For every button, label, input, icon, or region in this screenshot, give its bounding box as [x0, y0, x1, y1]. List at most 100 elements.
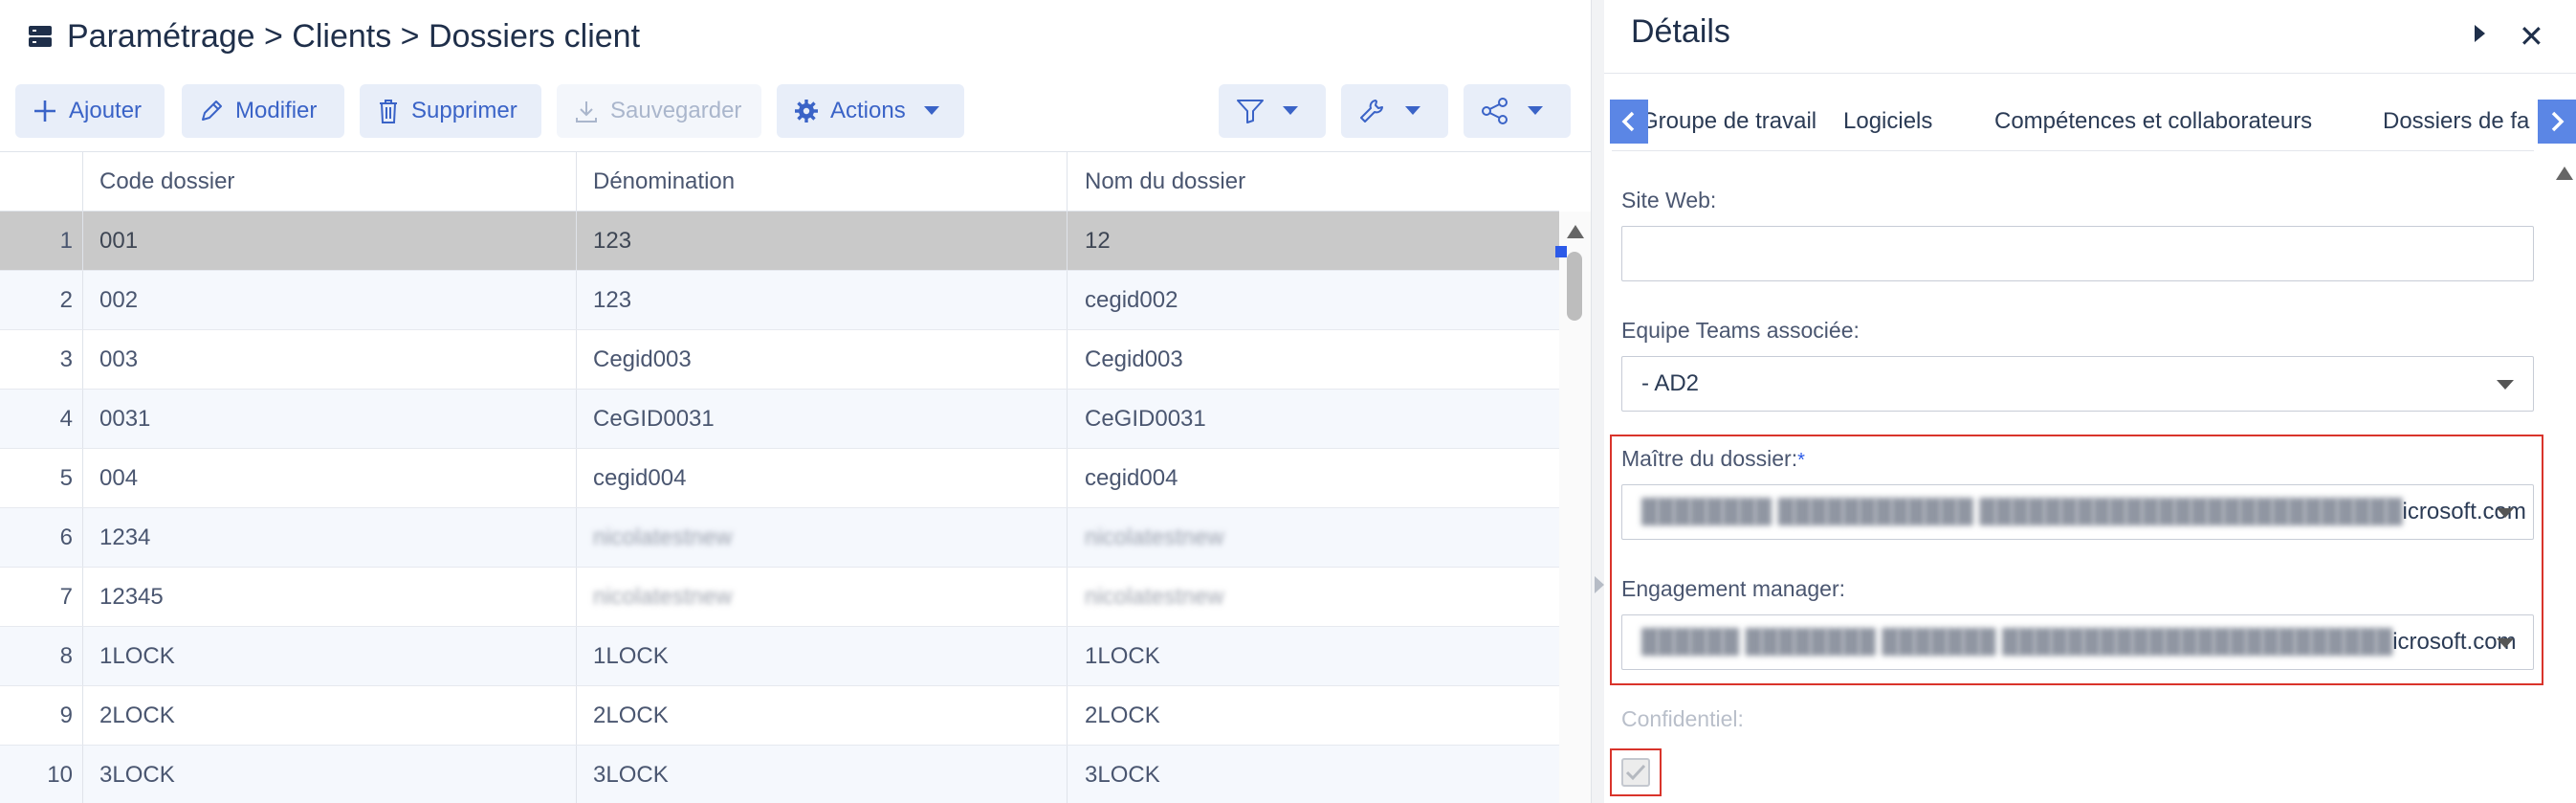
add-button[interactable]: Ajouter: [15, 84, 165, 138]
trash-icon: [380, 100, 397, 123]
cell-denom: nicolatestnew: [593, 584, 733, 610]
table-row[interactable]: 2 002 123 cegid002: [0, 271, 1559, 330]
delete-button-label: Supprimer: [411, 98, 517, 123]
table-row[interactable]: 6 1234 nicolatestnew nicolatestnew: [0, 508, 1559, 568]
maitre-select[interactable]: ████████ ████████████ ██████████████████…: [1621, 484, 2534, 540]
edit-button[interactable]: Modifier: [182, 84, 344, 138]
scroll-position-marker: [1555, 246, 1567, 257]
tab-groupe-de-travail[interactable]: Groupe de travail: [1640, 92, 1816, 150]
checkmark-icon: [1625, 764, 1646, 781]
column-header-denomination[interactable]: Dénomination: [593, 152, 735, 212]
tabs-scroll-right-button[interactable]: [2538, 100, 2576, 144]
page-header: Paramétrage > Clients > Dossiers client: [27, 10, 640, 63]
table-row[interactable]: 1 001 123 12: [0, 212, 1559, 271]
engagement-select[interactable]: ██████ ████████ ███████ ████████████████…: [1621, 614, 2534, 670]
teams-label: Equipe Teams associée:: [1621, 318, 1860, 343]
gear-icon: [795, 100, 818, 123]
cell-nom: 12: [1085, 228, 1111, 254]
filter-button[interactable]: [1219, 84, 1326, 138]
cell-code: 1LOCK: [99, 643, 175, 669]
tools-button[interactable]: [1341, 84, 1448, 138]
tab-competences-collaborateurs[interactable]: Compétences et collaborateurs: [1994, 92, 2312, 150]
cell-denom: Cegid003: [593, 346, 692, 372]
row-number: 7: [59, 584, 73, 610]
redacted-text: ██████ ████████ ███████ ████████████████…: [1641, 629, 2393, 655]
scroll-up-icon[interactable]: [2556, 167, 2573, 180]
cell-code: 003: [99, 346, 139, 372]
table-row[interactable]: 9 2LOCK 2LOCK 2LOCK: [0, 686, 1559, 746]
cell-nom: 3LOCK: [1085, 762, 1160, 788]
details-tabs: Groupe de travail Logiciels Compétences …: [1612, 92, 2534, 151]
cell-nom: nicolatestnew: [1085, 524, 1224, 550]
chevron-down-icon: [2497, 508, 2514, 518]
actions-button[interactable]: Actions: [777, 84, 964, 138]
chevron-right-icon: [2551, 111, 2565, 132]
cell-code: 001: [99, 228, 139, 254]
table-row[interactable]: 10 3LOCK 3LOCK 3LOCK: [0, 746, 1559, 803]
cell-code: 1234: [99, 524, 151, 550]
chevron-down-icon: [1528, 106, 1543, 115]
cell-denom: 123: [593, 228, 632, 254]
grid-scrollbar[interactable]: [1555, 212, 1591, 803]
cell-denom: nicolatestnew: [593, 524, 733, 550]
pane-splitter[interactable]: [1591, 0, 1604, 803]
chevron-down-icon: [2497, 638, 2514, 648]
dossiers-list-pane: Paramétrage > Clients > Dossiers client …: [0, 0, 1591, 803]
teams-select[interactable]: - AD2: [1621, 356, 2534, 412]
maitre-label-text: Maître du dossier:: [1621, 446, 1798, 471]
cell-denom: CeGID0031: [593, 406, 715, 432]
save-button-label: Sauvegarder: [610, 98, 742, 123]
cell-nom: nicolatestnew: [1085, 584, 1224, 610]
table-row[interactable]: 4 0031 CeGID0031 CeGID0031: [0, 390, 1559, 449]
tab-logiciels[interactable]: Logiciels: [1843, 92, 1932, 150]
row-number: 10: [47, 762, 73, 788]
share-button[interactable]: [1464, 84, 1571, 138]
scroll-up-icon[interactable]: [1567, 225, 1584, 238]
cell-nom: 2LOCK: [1085, 703, 1160, 728]
plus-icon: [34, 100, 55, 122]
grid-header: Code dossier Dénomination Nom du dossier: [0, 152, 1559, 212]
wrench-icon: [1360, 100, 1383, 123]
edit-button-label: Modifier: [235, 98, 318, 123]
row-number: 4: [59, 406, 73, 432]
cell-code: 004: [99, 465, 139, 491]
required-marker: *: [1797, 450, 1805, 471]
close-icon[interactable]: ✕: [2519, 17, 2544, 56]
table-row[interactable]: 8 1LOCK 1LOCK 1LOCK: [0, 627, 1559, 686]
details-title: Détails: [1631, 13, 1730, 50]
delete-button[interactable]: Supprimer: [360, 84, 541, 138]
cell-code: 002: [99, 287, 139, 313]
breadcrumb: Paramétrage > Clients > Dossiers client: [67, 17, 641, 55]
cell-nom: 1LOCK: [1085, 643, 1160, 669]
save-button[interactable]: Sauvegarder: [557, 84, 761, 138]
download-icon: [576, 101, 597, 123]
table-row[interactable]: 7 12345 nicolatestnew nicolatestnew: [0, 568, 1559, 627]
cell-denom: 3LOCK: [593, 762, 669, 788]
highlight-box: [1610, 748, 1662, 796]
redacted-text: ████████ ████████████ ██████████████████…: [1641, 499, 2403, 524]
details-scrollbar[interactable]: [2553, 159, 2576, 803]
row-number: 5: [59, 465, 73, 491]
database-icon: [27, 23, 54, 50]
tabs-scroll-left-button[interactable]: [1610, 100, 1648, 144]
cell-nom: Cegid003: [1085, 346, 1183, 372]
confidentiel-checkbox[interactable]: [1621, 758, 1650, 787]
add-button-label: Ajouter: [69, 98, 143, 123]
collapse-arrow-icon[interactable]: [1595, 576, 1604, 593]
site-web-input[interactable]: [1621, 226, 2534, 281]
column-header-code[interactable]: Code dossier: [99, 152, 234, 212]
cell-denom: cegid004: [593, 465, 687, 491]
tab-dossiers-de-famille[interactable]: Dossiers de fa: [2383, 92, 2529, 150]
cell-denom: 2LOCK: [593, 703, 669, 728]
dossiers-grid: Code dossier Dénomination Nom du dossier…: [0, 151, 1591, 803]
expand-arrow-icon[interactable]: [2475, 25, 2485, 42]
table-row[interactable]: 3 003 Cegid003 Cegid003: [0, 330, 1559, 390]
row-number: 6: [59, 524, 73, 550]
chevron-left-icon: [1621, 111, 1635, 132]
cell-denom: 1LOCK: [593, 643, 669, 669]
table-row[interactable]: 5 004 cegid004 cegid004: [0, 449, 1559, 508]
column-header-nom[interactable]: Nom du dossier: [1085, 152, 1245, 212]
scroll-thumb[interactable]: [1567, 252, 1582, 321]
site-web-label: Site Web:: [1621, 188, 1717, 212]
teams-select-value: - AD2: [1641, 370, 1700, 396]
